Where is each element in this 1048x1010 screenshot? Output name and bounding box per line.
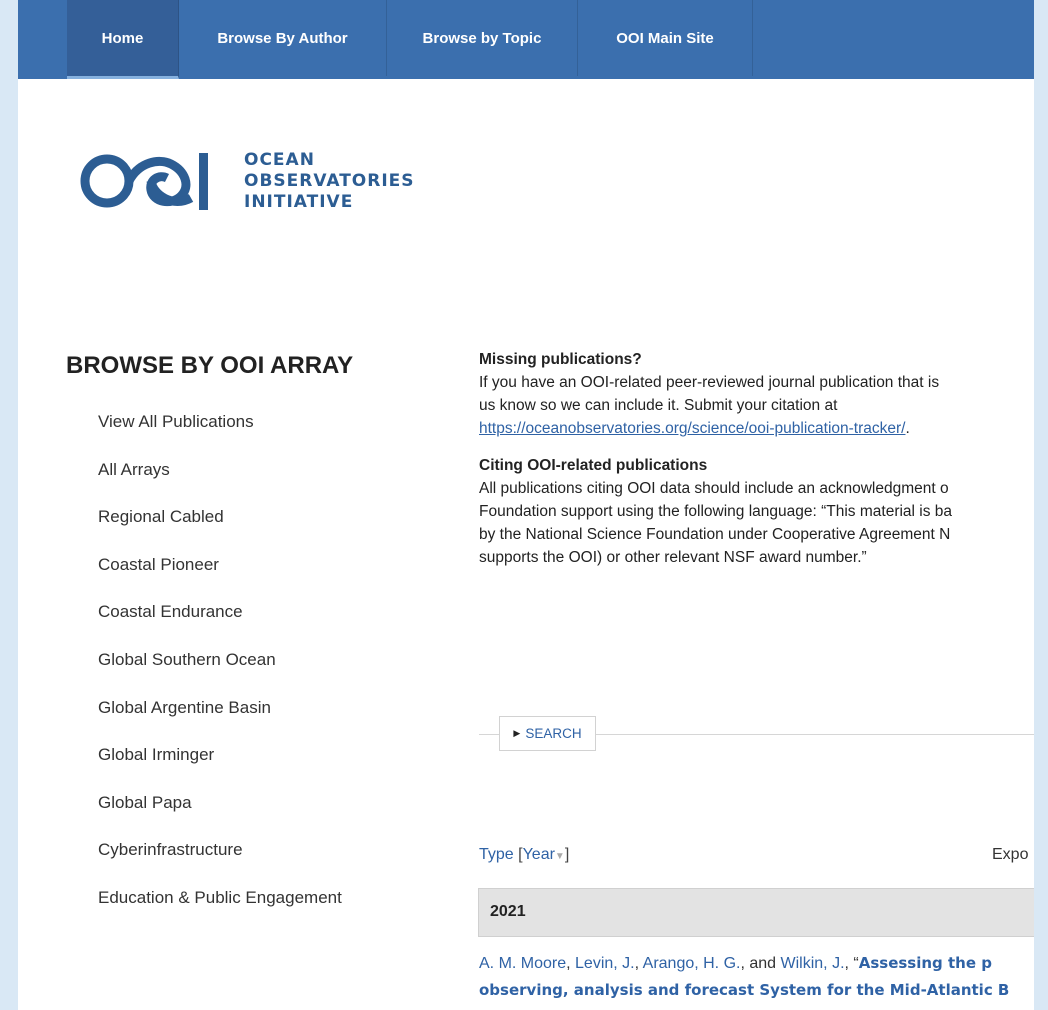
nav-browse-by-topic[interactable]: Browse by Topic xyxy=(387,0,578,76)
missing-publications-heading: Missing publications? xyxy=(479,351,642,368)
sidebar-item-global-southern-ocean[interactable]: Global Southern Ocean xyxy=(98,650,342,698)
top-navigation: Home Browse By Author Browse by Topic OO… xyxy=(18,0,1034,79)
author-link-levin[interactable]: Levin, J. xyxy=(575,955,635,972)
main-content: Missing publications? If you have an OOI… xyxy=(479,348,1034,569)
sort-close-bracket: ] xyxy=(564,846,570,863)
citation-line1: A. M. Moore, Levin, J., Arango, H. G., a… xyxy=(479,954,992,972)
sidebar-item-all-arrays[interactable]: All Arrays xyxy=(98,460,342,508)
citation-and: and xyxy=(749,955,777,972)
author-link-moore[interactable]: A. M. Moore xyxy=(479,955,566,972)
nav-browse-by-author[interactable]: Browse By Author xyxy=(179,0,387,76)
link-suffix: . xyxy=(905,420,910,437)
nav-ooi-main-site[interactable]: OOI Main Site xyxy=(578,0,753,76)
sidebar-item-coastal-pioneer[interactable]: Coastal Pioneer xyxy=(98,555,342,603)
search-toggle-button[interactable]: ▶ SEARCH xyxy=(499,716,596,751)
citation-entry: A. M. Moore, Levin, J., Arango, H. G., a… xyxy=(479,950,1034,1004)
logo-line-ocean: OCEAN xyxy=(244,150,315,170)
missing-publications-link-line: https://oceanobservatories.org/science/o… xyxy=(479,417,1034,440)
missing-publications-line1: If you have an OOI-related peer-reviewed… xyxy=(479,374,940,391)
citation-line2: observing, analysis and forecast System … xyxy=(479,977,1034,1004)
author-link-wilkin[interactable]: Wilkin, J. xyxy=(781,955,845,972)
sidebar-item-education-public-engagement[interactable]: Education & Public Engagement xyxy=(98,888,342,936)
logo-line-observatories: OBSERVATORIES xyxy=(244,171,415,191)
sidebar-item-cyberinfrastructure[interactable]: Cyberinfrastructure xyxy=(98,840,342,888)
sidebar-item-global-papa[interactable]: Global Papa xyxy=(98,793,342,841)
citing-line1: All publications citing OOI data should … xyxy=(479,480,949,497)
logo-wordmark: OCEAN OBSERVATORIES INITIATIVE xyxy=(244,150,415,213)
author-link-arango[interactable]: Arango, H. G. xyxy=(643,955,741,972)
year-group-header: 2021 xyxy=(478,888,1034,937)
citing-line3: by the National Science Foundation under… xyxy=(479,526,951,543)
sidebar-title: BROWSE BY OOI ARRAY xyxy=(66,352,354,379)
citation-title-link-cont[interactable]: observing, analysis and forecast System … xyxy=(479,981,1009,999)
sidebar-item-view-all-publications[interactable]: View All Publications xyxy=(98,412,342,460)
sidebar-list: View All Publications All Arrays Regiona… xyxy=(98,412,342,936)
citing-heading: Citing OOI-related publications xyxy=(479,457,708,474)
nav-home[interactable]: Home xyxy=(67,0,179,79)
sidebar-item-global-irminger[interactable]: Global Irminger xyxy=(98,745,342,793)
sidebar-item-regional-cabled[interactable]: Regional Cabled xyxy=(98,507,342,555)
citing-line2: Foundation support using the following l… xyxy=(479,503,953,520)
year-group-label: 2021 xyxy=(490,903,526,920)
missing-publications-line2: us know so we can include it. Submit you… xyxy=(479,397,838,414)
sort-row: Type [Year▼] xyxy=(479,846,569,864)
citation-title-link[interactable]: Assessing the p xyxy=(859,954,992,972)
citing-block: Citing OOI-related publications All publ… xyxy=(479,454,1034,569)
sidebar-item-global-argentine-basin[interactable]: Global Argentine Basin xyxy=(98,698,342,746)
publication-tracker-link[interactable]: https://oceanobservatories.org/science/o… xyxy=(479,420,905,437)
logo-line-initiative: INITIATIVE xyxy=(244,192,354,212)
sort-by-type-link[interactable]: Type xyxy=(479,846,514,863)
citing-line4: supports the OOI) or other relevant NSF … xyxy=(479,549,867,566)
search-label: SEARCH xyxy=(525,726,582,741)
page: Home Browse By Author Browse by Topic OO… xyxy=(18,0,1034,1010)
sidebar-item-coastal-endurance[interactable]: Coastal Endurance xyxy=(98,602,342,650)
sort-by-year-link[interactable]: Year xyxy=(523,846,555,863)
export-label[interactable]: Expo xyxy=(992,846,1028,864)
expand-triangle-icon: ▶ xyxy=(513,728,521,738)
sort-descending-icon: ▼ xyxy=(554,851,565,862)
